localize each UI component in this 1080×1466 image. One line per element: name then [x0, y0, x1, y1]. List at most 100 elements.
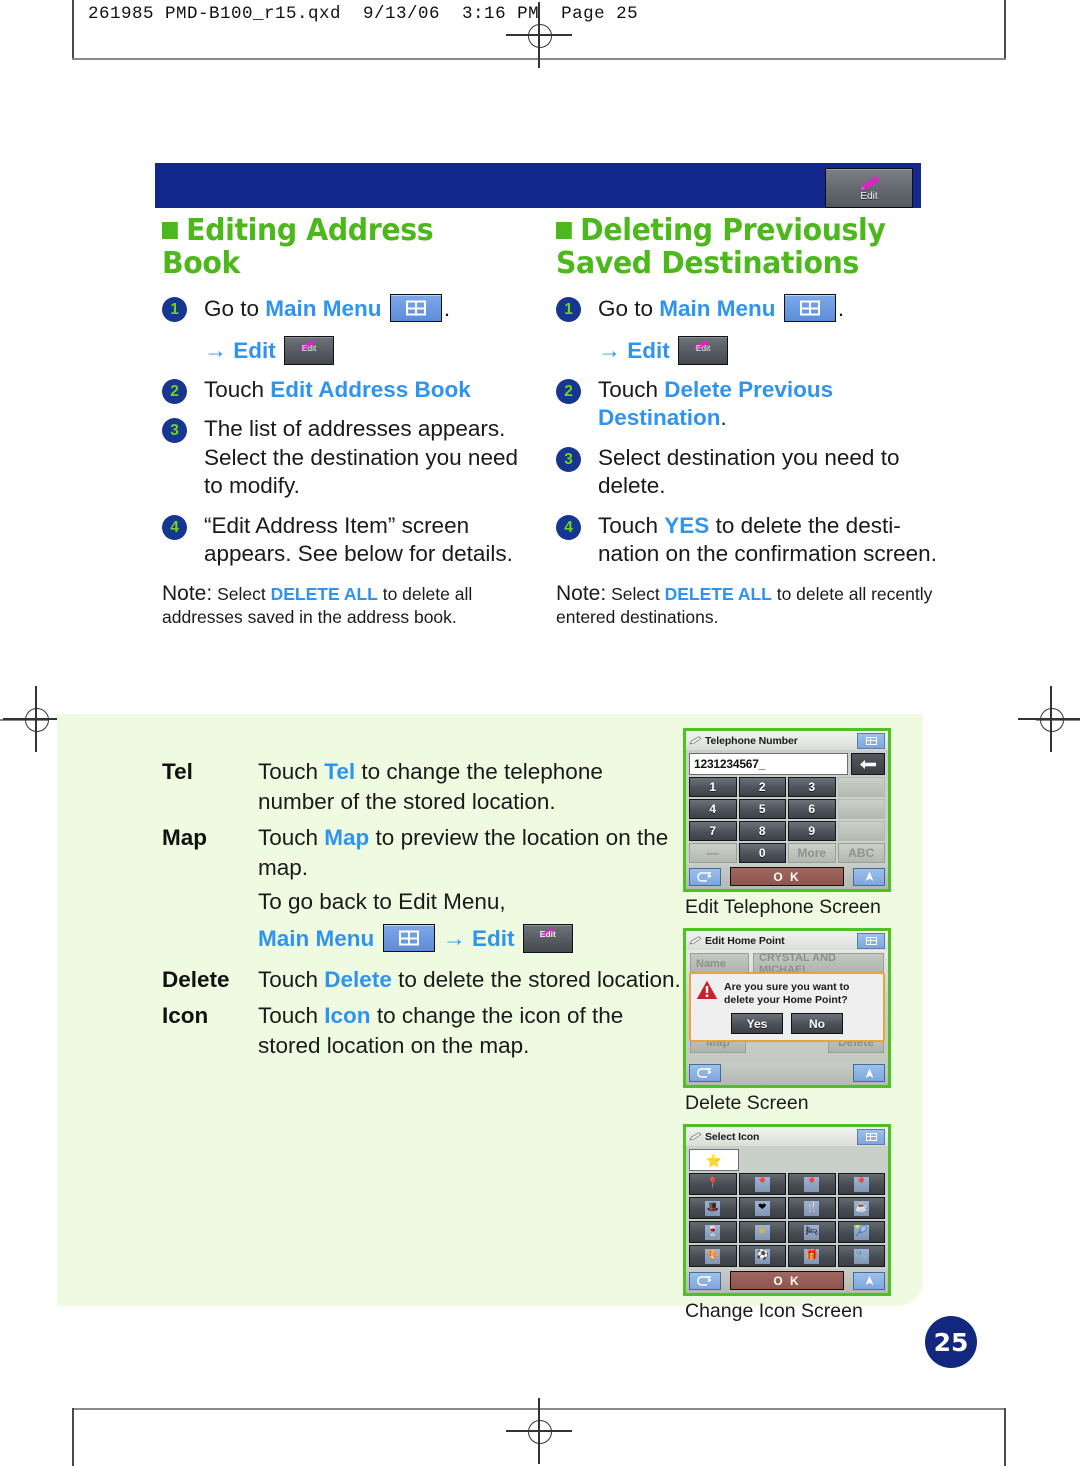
navigation-arrow-icon — [865, 871, 873, 881]
main-menu-icon[interactable] — [857, 1129, 885, 1145]
desc-post: to delete the stored location. — [391, 967, 681, 992]
right-step-1-pre: Go to — [598, 296, 660, 321]
gift-icon: 🎁 — [804, 1248, 820, 1264]
pin-yellow-icon: 📍 — [706, 1178, 719, 1189]
name-field-value[interactable]: CRYSTAL AND MICHAEL — [753, 952, 884, 976]
confirmation-dialog: Are you sure you want to delete your Hom… — [689, 972, 885, 1042]
icon-cell-soccer[interactable]: ⚽ — [738, 1245, 786, 1267]
main-menu-icon[interactable] — [857, 933, 885, 949]
icon-cell-coffee[interactable]: ☕ — [837, 1197, 885, 1219]
screen-titlebar: Select Icon — [686, 1127, 888, 1146]
desc-pre: Touch — [258, 967, 325, 992]
icon-cell-pin-purple[interactable]: 📍 — [837, 1173, 885, 1195]
description-body: Touch Tel to change the telephone number… — [258, 757, 682, 817]
main-menu-button-icon[interactable] — [382, 924, 435, 952]
main-menu-icon[interactable] — [857, 733, 885, 749]
telephone-keypad: 1 2 3 4 5 6 7 8 9 — 0 More ABC — [686, 777, 888, 865]
key-9[interactable]: 9 — [788, 821, 836, 841]
coffee-cup-icon: ☕ — [853, 1200, 869, 1216]
bullet-square-icon — [556, 222, 572, 239]
icon-cell-racket[interactable]: 🎾 — [837, 1221, 885, 1243]
registration-mark-right — [1018, 686, 1080, 752]
step-number-badge: 4 — [162, 514, 187, 540]
left-step-1-link[interactable]: Main Menu — [265, 296, 381, 321]
icon-cell-cap[interactable]: 🎩 — [689, 1197, 737, 1219]
ok-button[interactable]: O K — [730, 1271, 844, 1290]
icon-cell-pin-red[interactable]: 📍 — [788, 1173, 836, 1195]
banner-edit-button[interactable]: Edit — [825, 168, 913, 208]
icon-cell-heart[interactable]: ❤ — [738, 1197, 786, 1219]
screen-titlebar: Edit Home Point — [686, 931, 888, 950]
key-4[interactable]: 4 — [689, 799, 737, 819]
key-more[interactable]: More — [788, 843, 836, 863]
page-number-badge: 25 — [925, 1316, 977, 1368]
warning-icon — [696, 980, 718, 999]
right-note-highlight[interactable]: DELETE ALL — [665, 584, 772, 604]
desc-link[interactable]: Map — [324, 825, 369, 850]
arrow-left-icon — [859, 759, 876, 769]
edit-button-icon[interactable]: Edit — [522, 924, 573, 953]
icon-cell-gift[interactable]: 🎁 — [788, 1245, 836, 1267]
icon-cell-wrench[interactable]: 🔧 — [837, 1245, 885, 1267]
yes-button[interactable]: Yes — [731, 1013, 783, 1034]
key-abc[interactable]: ABC — [837, 843, 885, 863]
right-step-4-link[interactable]: YES — [664, 513, 709, 538]
icon-cell-chair[interactable]: 🛏 — [788, 1221, 836, 1243]
wrench-icon: 🔧 — [853, 1248, 869, 1264]
back-button[interactable] — [689, 1271, 721, 1290]
icon-cell-pin-blue[interactable]: 📍 — [738, 1173, 786, 1195]
main-menu-button-icon[interactable] — [389, 294, 442, 322]
grid-icon — [405, 300, 426, 316]
back-button[interactable] — [689, 1064, 721, 1082]
no-button[interactable]: No — [791, 1013, 843, 1034]
icon-cell-bottle[interactable]: 🍷 — [689, 1221, 737, 1243]
delete-screen-caption: Delete Screen — [685, 1092, 809, 1114]
key-space[interactable]: — — [689, 843, 737, 863]
key-0[interactable]: 0 — [738, 843, 786, 863]
right-step-1-sub: → Edit Edit — [556, 335, 941, 366]
navigation-button[interactable] — [853, 1271, 885, 1290]
icon-cell-pin-yellow[interactable]: 📍 — [689, 1173, 737, 1195]
left-step-1-post: . — [443, 296, 451, 321]
right-step-1-sub-link[interactable]: Edit — [627, 338, 670, 363]
navigation-button[interactable] — [853, 1064, 885, 1082]
description-term: Delete — [162, 967, 230, 992]
backspace-button[interactable] — [851, 753, 885, 775]
arrow-right-icon: → — [442, 925, 466, 951]
edit-button-icon[interactable]: Edit — [284, 335, 335, 365]
desc-link[interactable]: Icon — [324, 1003, 370, 1028]
go-back-main-menu-label[interactable]: Main Menu — [258, 926, 374, 951]
arrow-right-icon: → — [598, 336, 621, 363]
navigation-button[interactable] — [853, 867, 885, 886]
ok-button[interactable]: O K — [730, 867, 844, 886]
edit-button-icon[interactable]: Edit — [678, 335, 729, 365]
back-button[interactable] — [689, 867, 721, 886]
grid-icon — [865, 1133, 877, 1141]
key-8[interactable]: 8 — [738, 821, 786, 841]
trim-line-left-vertical — [72, 0, 74, 60]
telephone-input[interactable]: 1231234567_ — [689, 753, 848, 775]
go-back-edit-label[interactable]: Edit — [472, 926, 515, 951]
key-2[interactable]: 2 — [738, 777, 786, 797]
step-number-badge: 3 — [162, 418, 187, 443]
key-7[interactable]: 7 — [689, 821, 737, 841]
right-step-2: 2 Touch Delete Previous Destination. — [556, 376, 941, 433]
desc-link[interactable]: Delete — [324, 967, 392, 992]
main-menu-button-icon[interactable] — [783, 294, 836, 322]
navigation-arrow-icon — [865, 1068, 873, 1078]
left-note-highlight[interactable]: DELETE ALL — [271, 584, 378, 604]
icon-cell-cutlery[interactable]: 🍴 — [788, 1197, 836, 1219]
desc-link[interactable]: Tel — [324, 759, 355, 784]
left-step-2-link[interactable]: Edit Address Book — [270, 377, 470, 402]
key-5[interactable]: 5 — [738, 799, 786, 819]
delete-screen-body: Name CRYSTAL AND MICHAEL Map Delete Are … — [686, 950, 888, 1062]
grid-icon — [398, 930, 419, 946]
icon-cell-star[interactable]: ★ — [738, 1221, 786, 1243]
key-blank-1 — [837, 777, 885, 797]
left-step-1-sub-link[interactable]: Edit — [233, 338, 276, 363]
key-3[interactable]: 3 — [788, 777, 836, 797]
key-1[interactable]: 1 — [689, 777, 737, 797]
icon-cell-palette[interactable]: 🎨 — [689, 1245, 737, 1267]
right-step-1-link[interactable]: Main Menu — [659, 296, 775, 321]
key-6[interactable]: 6 — [788, 799, 836, 819]
